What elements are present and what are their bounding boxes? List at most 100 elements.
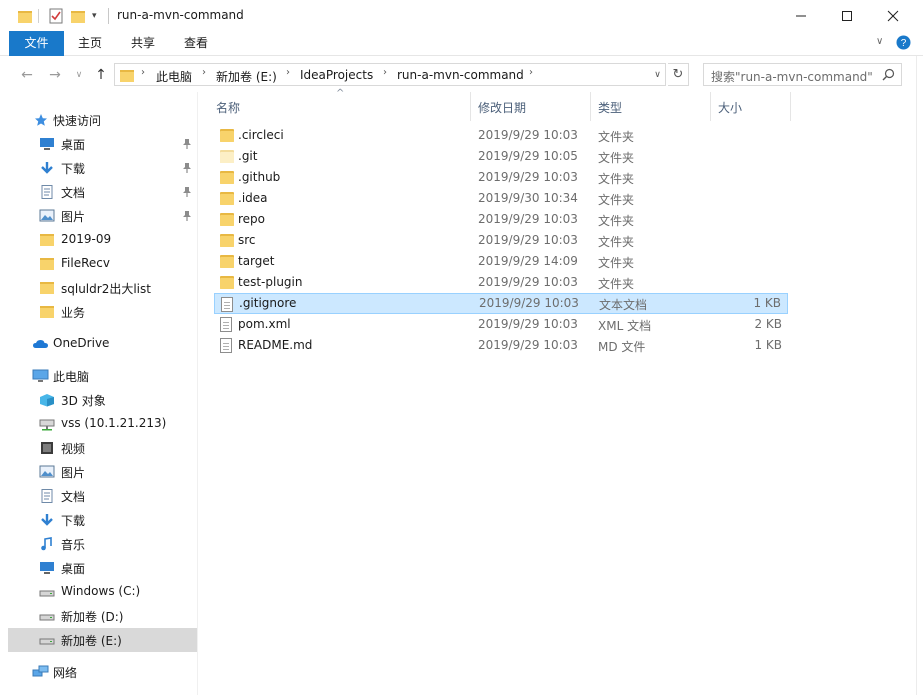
recent-locations-icon[interactable]: ∨ [70, 66, 88, 84]
pin-icon[interactable] [182, 210, 192, 225]
nav-quick-access[interactable]: 快速访问 [8, 108, 197, 132]
nav-network[interactable]: 网络 [8, 660, 197, 684]
back-arrow-icon[interactable]: ← [18, 66, 36, 84]
pin-icon[interactable] [182, 138, 192, 153]
breadcrumb-ideaprojects[interactable]: IdeaProjects [300, 68, 373, 82]
tab-view[interactable]: 查看 [172, 31, 220, 56]
breadcrumb-this-pc[interactable]: 此电脑 [156, 68, 192, 85]
table-row[interactable]: README.md 2019/9/29 10:03 MD 文件 1 KB [214, 335, 788, 356]
pin-icon[interactable] [182, 186, 192, 201]
table-row[interactable]: .circleci 2019/9/29 10:03 文件夹 [214, 125, 788, 146]
window-right-edge [916, 56, 923, 695]
file-type: 文件夹 [598, 193, 635, 207]
nav-quick-item[interactable]: 桌面 [8, 132, 197, 156]
table-row[interactable]: .gitignore 2019/9/29 10:03 文本文档 1 KB [214, 293, 788, 314]
file-date: 2019/9/29 10:03 [478, 275, 578, 289]
file-name: pom.xml [238, 317, 291, 331]
table-row[interactable]: .git 2019/9/29 10:05 文件夹 [214, 146, 788, 167]
file-name: repo [238, 212, 266, 226]
file-type: 文件夹 [598, 235, 635, 249]
nav-quick-item[interactable]: 文档 [8, 180, 197, 204]
breadcrumb-chevron-icon[interactable]: › [202, 67, 206, 78]
nav-label: 桌面 [61, 562, 86, 576]
breadcrumb-current-folder[interactable]: run-a-mvn-command [397, 68, 524, 82]
column-divider[interactable] [790, 92, 791, 121]
column-header-name[interactable]: 名称 [216, 99, 240, 116]
table-row[interactable]: test-plugin 2019/9/29 10:03 文件夹 [214, 272, 788, 293]
column-divider[interactable] [590, 92, 591, 121]
table-row[interactable]: .idea 2019/9/30 10:34 文件夹 [214, 188, 788, 209]
column-header-date[interactable]: 修改日期 [478, 99, 526, 116]
nav-pc-item[interactable]: vss (10.1.21.213) [8, 412, 197, 436]
new-folder-icon[interactable] [70, 7, 86, 25]
column-divider[interactable] [470, 92, 471, 121]
expand-ribbon-icon[interactable]: ∨ [876, 36, 883, 47]
tab-share[interactable]: 共享 [118, 31, 168, 56]
maximize-icon[interactable] [824, 0, 870, 31]
nav-pc-item[interactable]: 音乐 [8, 532, 197, 556]
table-row[interactable]: .github 2019/9/29 10:03 文件夹 [214, 167, 788, 188]
drive-icon [39, 585, 55, 599]
nav-label: 桌面 [61, 138, 86, 152]
forward-arrow-icon[interactable]: → [46, 66, 64, 84]
breadcrumb-chevron-icon[interactable]: › [529, 67, 533, 78]
nav-pc-item[interactable]: 视频 [8, 436, 197, 460]
table-row[interactable]: target 2019/9/29 14:09 文件夹 [214, 251, 788, 272]
title-bar: ▾ run-a-mvn-command [0, 0, 923, 31]
file-date: 2019/9/29 10:03 [479, 296, 579, 310]
nav-pc-item[interactable]: 3D 对象 [8, 388, 197, 412]
breadcrumb-drive-e[interactable]: 新加卷 (E:) [216, 68, 277, 85]
search-icon[interactable] [882, 68, 895, 84]
folder-icon [39, 281, 55, 295]
column-header-type[interactable]: 类型 [598, 99, 622, 116]
nav-quick-item[interactable]: 图片 [8, 204, 197, 228]
nav-quick-item[interactable]: 下载 [8, 156, 197, 180]
breadcrumb-chevron-icon[interactable]: › [383, 67, 387, 78]
nav-quick-item[interactable]: FileRecv [8, 252, 197, 276]
breadcrumb-chevron-icon[interactable]: › [141, 67, 145, 78]
help-icon[interactable]: ? [896, 35, 911, 53]
document-icon [39, 489, 55, 503]
breadcrumb-chevron-icon[interactable]: › [286, 67, 290, 78]
refresh-icon[interactable]: ↻ [668, 63, 689, 86]
tab-file[interactable]: 文件 [9, 31, 64, 56]
nav-pc-item[interactable]: 桌面 [8, 556, 197, 580]
pin-icon[interactable] [182, 162, 192, 177]
nav-pc-item[interactable]: 文档 [8, 484, 197, 508]
minimize-icon[interactable] [778, 0, 824, 31]
table-row[interactable]: repo 2019/9/29 10:03 文件夹 [214, 209, 788, 230]
nav-pc-item[interactable]: 新加卷 (D:) [8, 604, 197, 628]
nav-onedrive[interactable]: OneDrive [8, 332, 197, 356]
close-icon[interactable] [870, 0, 916, 31]
file-type: 文件夹 [598, 277, 635, 291]
column-header-size[interactable]: 大小 [718, 99, 742, 116]
address-bar[interactable]: › 此电脑 › 新加卷 (E:) › IdeaProjects › run-a-… [114, 63, 666, 86]
nav-quick-item[interactable]: sqluldr2出大list [8, 276, 197, 300]
file-type: 文件夹 [598, 130, 635, 144]
nav-pc-item[interactable]: Windows (C:) [8, 580, 197, 604]
file-size: 2 KB [754, 317, 782, 331]
address-dropdown-icon[interactable]: ∨ [649, 63, 666, 86]
properties-icon[interactable] [48, 7, 64, 25]
nav-pc-item[interactable]: 下载 [8, 508, 197, 532]
nav-quick-item[interactable]: 业务 [8, 300, 197, 324]
column-divider[interactable] [710, 92, 711, 121]
file-list: ^ 名称 修改日期 类型 大小 .circleci 2019/9/29 10:03… [198, 88, 923, 695]
nav-label: 视频 [61, 442, 86, 456]
ribbon: 文件 主页 共享 查看 ∨ ? [0, 31, 923, 56]
nav-pc-item[interactable]: 图片 [8, 460, 197, 484]
search-input[interactable]: 搜索"run-a-mvn-command" [703, 63, 902, 86]
window-title: run-a-mvn-command [117, 8, 244, 22]
table-row[interactable]: pom.xml 2019/9/29 10:03 XML 文档 2 KB [214, 314, 788, 335]
folder-icon [39, 257, 55, 271]
tab-home[interactable]: 主页 [66, 31, 114, 56]
nav-pc-item[interactable]: 新加卷 (E:) [8, 628, 197, 652]
nav-this-pc[interactable]: 此电脑 [8, 364, 197, 388]
file-date: 2019/9/30 10:34 [478, 191, 578, 205]
nav-quick-item[interactable]: 2019-09 [8, 228, 197, 252]
file-size: 1 KB [753, 296, 781, 310]
network-drive-icon [39, 417, 55, 431]
table-row[interactable]: src 2019/9/29 10:03 文件夹 [214, 230, 788, 251]
up-arrow-icon[interactable]: ↑ [92, 66, 110, 84]
customize-toolbar-icon[interactable]: ▾ [92, 7, 97, 25]
